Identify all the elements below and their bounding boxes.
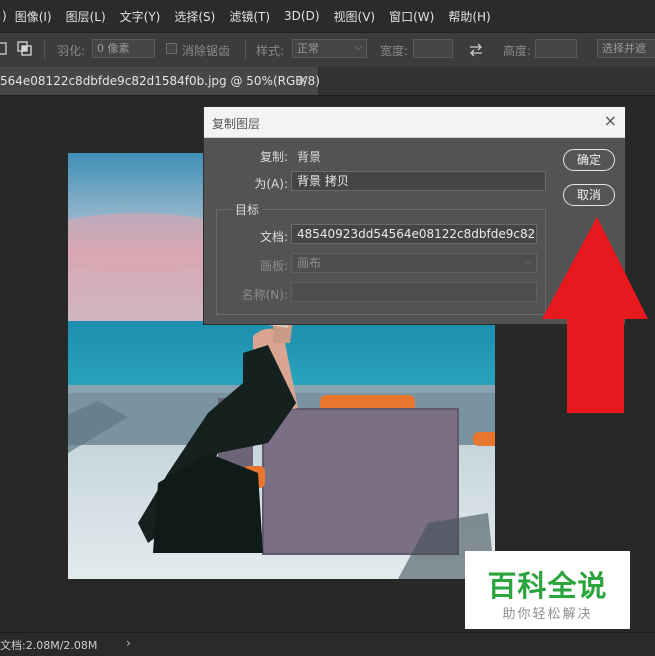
select-and-mask-button[interactable]: 选择并遮 bbox=[597, 39, 655, 58]
name-label: 名称(N): bbox=[241, 288, 288, 302]
document-tab[interactable]: 564e08122c8dbfde9c82d1584f0b.jpg @ 50%(R… bbox=[0, 67, 320, 95]
menu-item-image[interactable]: 图像(I) bbox=[15, 8, 52, 25]
copy-label: 复制: bbox=[259, 150, 288, 164]
height-label: 高度: bbox=[503, 44, 532, 58]
menu-item-select[interactable]: 选择(S) bbox=[174, 8, 215, 25]
menu-item-3d[interactable]: 3D(D) bbox=[284, 9, 319, 23]
document-tab-label: 564e08122c8dbfde9c82d1584f0b.jpg @ 50%(R… bbox=[0, 74, 320, 88]
document-select-value: 48540923dd54564e08122c8dbfde9c82... bbox=[297, 227, 537, 241]
selection-mode-icon[interactable] bbox=[0, 42, 8, 56]
destination-group-label: 目标 bbox=[231, 201, 264, 218]
menu-item-help[interactable]: 帮助(H) bbox=[448, 8, 490, 25]
watermark-logo: 百科全说 助你轻松解决 bbox=[465, 551, 630, 629]
status-bar: 文档:2.08M/2.08M › bbox=[0, 632, 655, 656]
options-bar: 羽化: 0 像素 消除锯齿 样式: 正常 ⌵ 宽度: 高度: 选择并遮 bbox=[0, 32, 655, 68]
feather-input[interactable]: 0 像素 bbox=[92, 39, 155, 58]
swap-dimensions-icon[interactable] bbox=[468, 43, 484, 57]
copy-source-value: 背景 bbox=[297, 150, 322, 164]
watermark-subtitle: 助你轻松解决 bbox=[502, 607, 593, 622]
as-label: 为(A): bbox=[254, 177, 288, 191]
menu-item-view[interactable]: 视图(V) bbox=[334, 8, 376, 25]
width-input[interactable] bbox=[413, 39, 453, 58]
chevron-down-icon: ⌵ bbox=[355, 43, 362, 53]
document-name-input[interactable] bbox=[291, 282, 537, 302]
chevron-right-icon[interactable]: › bbox=[126, 636, 131, 650]
menu-item-type[interactable]: 文字(Y) bbox=[120, 8, 161, 25]
menu-item-filter[interactable]: 滤镜(T) bbox=[229, 8, 270, 25]
style-select-value: 正常 bbox=[297, 42, 319, 55]
chevron-down-icon: ⌵ bbox=[524, 257, 532, 268]
close-icon[interactable]: × bbox=[297, 67, 308, 95]
document-select[interactable]: 48540923dd54564e08122c8dbfde9c82... ⌵ bbox=[291, 224, 537, 244]
intersect-selection-icon[interactable] bbox=[17, 41, 33, 57]
document-size-status: 文档:2.08M/2.08M bbox=[0, 639, 98, 652]
height-input[interactable] bbox=[535, 39, 577, 58]
document-tab-bar: 564e08122c8dbfde9c82d1584f0b.jpg @ 50%(R… bbox=[0, 67, 655, 96]
menu-bar: ) 图像(I) 图层(L) 文字(Y) 选择(S) 滤镜(T) 3D(D) 视图… bbox=[0, 0, 655, 32]
style-label: 样式: bbox=[256, 44, 285, 58]
feather-label: 羽化: bbox=[57, 44, 86, 58]
options-divider bbox=[44, 40, 45, 60]
style-select[interactable]: 正常 ⌵ bbox=[292, 39, 367, 58]
options-divider bbox=[245, 40, 246, 60]
menu-item-layer[interactable]: 图层(L) bbox=[66, 8, 106, 25]
width-label: 宽度: bbox=[380, 44, 409, 58]
menu-item-window[interactable]: 窗口(W) bbox=[389, 8, 434, 25]
watermark-title: 百科全说 bbox=[487, 569, 608, 603]
dialog-title: 复制图层 bbox=[212, 117, 261, 131]
antialias-checkbox[interactable] bbox=[166, 43, 178, 55]
chevron-down-icon: ⌵ bbox=[524, 228, 532, 239]
up-arrow-annotation-icon bbox=[542, 217, 648, 413]
ok-button[interactable]: 确定 bbox=[563, 149, 615, 171]
artboard-label: 画板: bbox=[259, 259, 288, 273]
dialog-title-bar: 复制图层 × bbox=[204, 107, 625, 138]
layer-name-input[interactable]: 背景 拷贝 bbox=[291, 171, 546, 191]
cancel-button[interactable]: 取消 bbox=[563, 184, 615, 206]
antialias-label: 消除锯齿 bbox=[182, 44, 231, 58]
document-label: 文档: bbox=[259, 230, 288, 244]
close-icon[interactable]: × bbox=[604, 111, 617, 130]
menu-item-partial[interactable]: ) bbox=[2, 9, 7, 23]
artboard-select-value: 画布 bbox=[297, 256, 322, 270]
artboard-select[interactable]: 画布 ⌵ bbox=[291, 253, 537, 273]
